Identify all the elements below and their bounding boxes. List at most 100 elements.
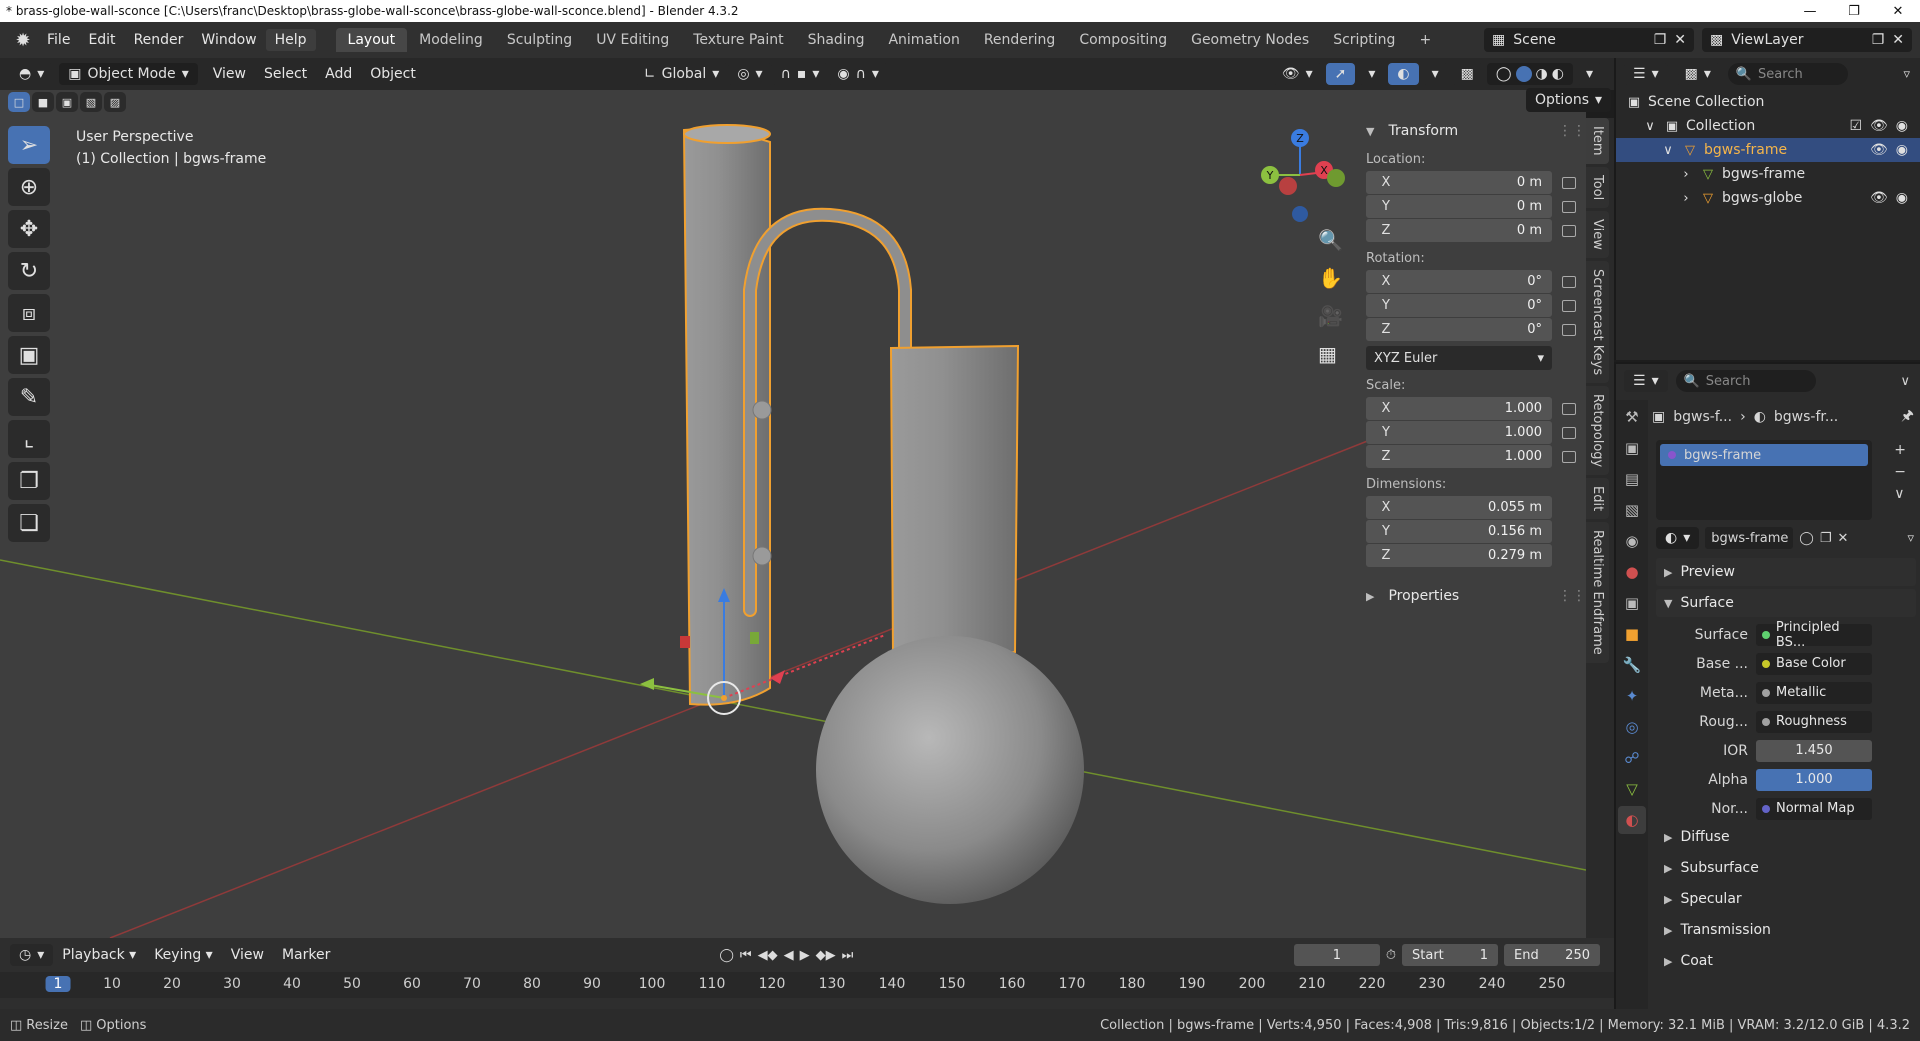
disclosure-down-icon[interactable]: ∨ [1660,142,1676,158]
diffuse-section[interactable]: ▶ Diffuse [1656,823,1916,851]
menu-file[interactable]: File [38,29,79,51]
surface-section[interactable]: ▼ Surface [1656,589,1916,617]
tool-tab-icon[interactable]: ⚒ [1618,403,1646,431]
gizmo-xz-plane[interactable] [680,636,690,648]
preview-section[interactable]: ▶ Preview [1656,558,1916,586]
material-slot-list[interactable]: bgws-frame [1656,440,1872,520]
rotation-y-field[interactable]: Y 0° [1366,294,1552,317]
viewport-menu-view[interactable]: View [204,63,255,85]
camera-icon[interactable]: ◉ [1896,142,1908,158]
disclosure-down-icon[interactable]: ∨ [1642,118,1658,134]
stopwatch-icon[interactable]: ⏱ [1386,948,1396,963]
tab-layout[interactable]: Layout [335,28,408,52]
lock-icon[interactable] [1562,451,1576,463]
outliner-row-scene-collection[interactable]: ▣ Scene Collection [1616,90,1920,114]
tab-sculpting[interactable]: Sculpting [495,28,584,52]
location-x-field[interactable]: X 0 m [1366,171,1552,194]
outliner-row-bgws-globe[interactable]: › ▽ bgws-globe 👁 ◉ [1616,186,1920,210]
material-shading-icon[interactable]: ◑ [1536,66,1548,82]
roughness-field[interactable]: Roughness [1756,710,1872,733]
shading-modes[interactable]: ◯ ◑ ◐ [1486,63,1573,85]
tab-edit[interactable]: Edit [1586,478,1609,520]
wireframe-shading-icon[interactable]: ◯ [1496,66,1512,82]
material-slot-item[interactable]: bgws-frame [1660,444,1868,466]
menu-window[interactable]: Window [192,29,265,51]
cursor-icon[interactable]: ⊕ [8,168,50,206]
transform-icon[interactable]: ▣ [8,336,50,374]
dimension-y-field[interactable]: Y 0.156 m [1366,520,1552,543]
maximize-icon[interactable]: ❐ [1832,4,1876,19]
tab-texture-paint[interactable]: Texture Paint [681,28,795,52]
play-icon[interactable]: ▶ [800,948,810,963]
jump-end-icon[interactable]: ⏭ [842,948,854,963]
tab-view[interactable]: View [1586,210,1609,258]
outliner-row-bgws-frame[interactable]: ∨ ▽ bgws-frame 👁 ◉ [1616,138,1920,162]
ortho-grid-icon[interactable]: ▦ [1318,342,1343,366]
lock-icon[interactable] [1562,300,1576,312]
lock-icon[interactable] [1562,201,1576,213]
eye-icon[interactable]: 👁 [1870,142,1888,158]
current-frame-field[interactable]: 1 [1293,944,1380,966]
rendered-shading-icon[interactable]: ◐ [1552,66,1564,82]
eye-icon[interactable]: 👁 [1870,190,1888,206]
outliner-row-collection[interactable]: ∨ ▣ Collection ☑ 👁 ◉ [1616,114,1920,138]
constraints-tab-icon[interactable]: ☍ [1618,744,1646,772]
menu-render[interactable]: Render [125,29,193,51]
tab-retopology[interactable]: Retopology [1586,385,1609,476]
scene-tab-icon[interactable]: ◉ [1618,527,1646,555]
current-frame-marker[interactable]: 1 [45,976,71,992]
lock-icon[interactable] [1562,403,1576,415]
normal-field[interactable]: Normal Map [1756,797,1872,820]
transmission-section[interactable]: ▶ Transmission [1656,916,1916,944]
filter-icon[interactable]: ▿ [1907,531,1914,546]
snap-toggle[interactable]: ∩ ▪ ▾ [771,63,829,85]
timeline-menu-keying[interactable]: Keying ▾ [145,944,222,966]
close-icon[interactable]: ✕ [1876,4,1920,19]
dimension-x-field[interactable]: X 0.055 m [1366,496,1552,519]
surface-shader-field[interactable]: Principled BS... [1756,620,1872,650]
blender-logo-icon[interactable]: ✹ [8,28,38,52]
timeline-menu-marker[interactable]: Marker [273,944,339,966]
overlay-dropdown[interactable]: ▾ [1422,63,1448,85]
outliner-editor-type[interactable]: ☰ ▾ [1624,63,1668,85]
new-viewlayer-icon[interactable]: ❐ [1872,32,1885,48]
end-frame-field[interactable]: End 250 [1504,944,1600,966]
3d-viewport[interactable]: Z Y X 🔍 ✋ 🎥 ▦ [0,90,1586,938]
xray-toggle[interactable]: ▩ [1451,63,1483,85]
tab-uv-editing[interactable]: UV Editing [584,28,681,52]
solid-shading-icon[interactable] [1515,66,1532,82]
rotate-icon[interactable]: ↻ [8,252,50,290]
particles-tab-icon[interactable]: ✦ [1618,682,1646,710]
rotation-x-field[interactable]: X 0° [1366,270,1552,293]
drag-handle-icon[interactable]: ⋮⋮ [1558,588,1586,604]
scene-selector[interactable]: ▦ Scene ❐ ✕ [1484,28,1694,52]
move-icon[interactable]: ✥ [8,210,50,248]
minimize-icon[interactable]: — [1788,4,1832,19]
fake-user-icon[interactable]: ◯ [1799,531,1814,546]
overlay-toggle[interactable]: ◐ [1388,63,1419,85]
annotate-icon[interactable]: ✎ [8,378,50,416]
properties-header[interactable]: ▶ Properties ⋮⋮ [1366,583,1586,609]
add-workspace-icon[interactable]: + [1407,28,1443,52]
material-tab-icon[interactable]: ◐ [1618,806,1646,834]
duplicate-material-icon[interactable]: ❐ [1820,531,1832,546]
pan-hand-icon[interactable]: ✋ [1318,266,1343,290]
play-reverse-icon[interactable]: ◀ [784,948,794,963]
select-extend-icon[interactable]: ■ [32,92,54,112]
scale-y-field[interactable]: Y 1.000 [1366,421,1552,444]
coat-section[interactable]: ▶ Coat [1656,947,1916,975]
timeline-menu-view[interactable]: View [222,944,273,966]
timeline-editor-type[interactable]: ◷ ▾ [10,944,54,966]
lock-icon[interactable] [1562,177,1576,189]
delete-scene-icon[interactable]: ✕ [1674,32,1686,48]
outliner-search-input[interactable]: 🔍 Search [1727,63,1848,85]
menu-edit[interactable]: Edit [79,29,124,51]
checkbox-icon[interactable]: ☑ [1849,118,1862,134]
tab-tool[interactable]: Tool [1586,166,1609,208]
next-keyframe-icon[interactable]: ◆▶ [816,948,836,963]
unlink-material-icon[interactable]: ✕ [1837,531,1848,546]
location-z-field[interactable]: Z 0 m [1366,219,1552,242]
start-frame-field[interactable]: Start 1 [1402,944,1498,966]
tab-geometry-nodes[interactable]: Geometry Nodes [1179,28,1321,52]
select-new-icon[interactable]: □ [8,92,30,112]
